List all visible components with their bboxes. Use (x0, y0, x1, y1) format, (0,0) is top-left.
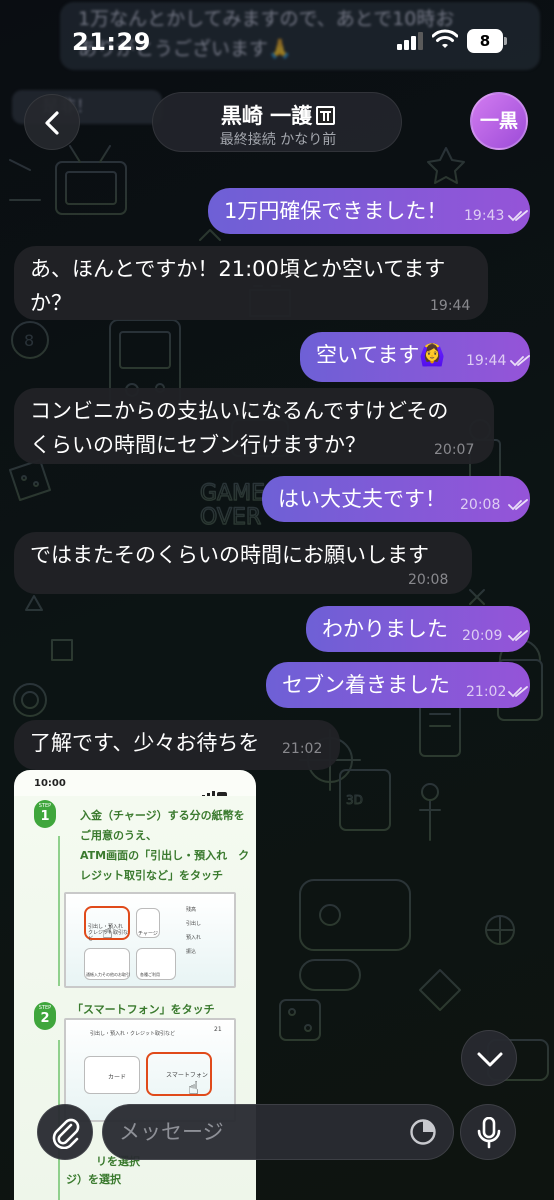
message-composer[interactable] (102, 1104, 454, 1160)
image-status-time: 10:00 (34, 778, 66, 789)
message-timestamp: 20:09 (462, 628, 503, 644)
outgoing-message[interactable]: セブン着きました 21:02 (266, 662, 530, 708)
chat-title: 黒崎 一護 (153, 100, 403, 130)
read-checkmarks-icon (508, 499, 528, 511)
message-text: か？ (30, 291, 72, 315)
outgoing-message[interactable]: 1万円確保できました！ 19:43 (208, 188, 530, 234)
chat-screen: 8 GAME OVER 3D 1万なんとかしてみますので、あとで10時お ありが… (0, 0, 554, 1200)
atm-charge-label: チャージ (138, 931, 158, 937)
microphone-icon (477, 1117, 501, 1149)
message-text: ではまたそのくらいの時間にお願いします (30, 543, 429, 567)
step-badge-1: STEP 1 (34, 800, 56, 828)
message-timestamp: 19:44 (466, 353, 507, 369)
avatar-initials: 一黒 (479, 110, 518, 132)
paperclip-icon (52, 1118, 80, 1149)
message-timestamp: 19:44 (430, 298, 471, 314)
message-text: 1万円確保できました！ (224, 199, 448, 223)
chevron-left-icon (45, 111, 59, 135)
last-seen-status: 最終接続 かなり前 (219, 132, 337, 148)
outgoing-message[interactable]: はい大丈夫です！ 20:08 (262, 476, 530, 522)
incoming-message[interactable]: 了解です、少々お待ちを 21:02 (14, 720, 340, 770)
step-1-line-3: ATM画面の「引出し・預入れ ク (80, 849, 250, 862)
step-1-line-4: レジット取引など」をタッチ (80, 869, 223, 882)
outgoing-message[interactable]: わかりました 20:09 (306, 606, 530, 652)
chevron-down-icon (477, 1052, 503, 1067)
atm-side-item: 引出し (186, 921, 202, 927)
message-text: コンビニからの支払いになるんですけどその (30, 399, 449, 423)
atm-card-label: カード (108, 1074, 127, 1081)
chat-header[interactable]: 黒崎 一護 最終接続 かなり前 (152, 92, 402, 152)
atm-side-item: 残高 (186, 907, 197, 913)
message-text: わかりました (322, 617, 448, 641)
message-timestamp: 20:08 (408, 572, 449, 588)
read-checkmarks-icon (508, 686, 528, 698)
message-timestamp: 20:07 (434, 442, 475, 458)
image-status-icons (202, 780, 238, 799)
outgoing-message[interactable]: 空いてます🙆‍♀️ 19:44 (300, 332, 530, 382)
incoming-message[interactable]: ではまたそのくらいの時間にお願いします 20:08 (14, 532, 472, 594)
incoming-message[interactable]: コンビニからの支払いになるんですけどその くらいの時間にセブン行けますか？ 20:0… (14, 388, 494, 464)
svg-text:8: 8 (24, 331, 34, 350)
atm2-title: 引出し・預入れ・クレジット取引など (90, 1031, 176, 1037)
wifi-icon (432, 29, 458, 48)
back-button[interactable] (24, 94, 80, 150)
step-2-line-1: 「スマートフォン」をタッチ (72, 1003, 215, 1016)
premium-badge-icon (316, 106, 336, 125)
svg-text:GAME: GAME (200, 481, 265, 506)
atm-screen-1: 引出し・預入れ クレジット取引など チャージ 通帳入力その他のお取引 各種ご利用… (64, 892, 236, 988)
message-timestamp: 21:02 (282, 741, 323, 757)
step-3-line-2: ジ）を選択 (66, 1173, 121, 1186)
status-time: 21:29 (72, 28, 151, 56)
voice-message-button[interactable] (460, 1104, 516, 1160)
step-1-line-2: ご用意のうえ、 (80, 829, 157, 842)
svg-text:3D: 3D (346, 793, 363, 807)
atm-side-item: 預入れ (186, 935, 202, 941)
message-input[interactable] (119, 1105, 399, 1159)
atm-phone-label: スマートフォン (166, 1072, 208, 1079)
message-timestamp: 21:02 (466, 684, 507, 700)
message-text: 空いてます🙆‍♀️ (316, 343, 446, 367)
read-checkmarks-icon (510, 355, 530, 367)
atm-other-label: 各種ご利用 (140, 972, 160, 977)
sticker-icon[interactable] (409, 1118, 437, 1146)
status-bar: 21:29 8 (0, 0, 554, 80)
incoming-message[interactable]: あ、ほんとですか！21:00頃とか空いてます か？ 19:44 (14, 246, 488, 320)
read-checkmarks-icon (508, 210, 528, 222)
atm-side-item: 振込 (186, 949, 197, 955)
atm2-corner: 21 (214, 1026, 222, 1033)
message-timestamp: 20:08 (460, 497, 501, 513)
message-text: はい大丈夫です！ (278, 487, 446, 511)
step-1-line-1: 入金（チャージ）する分の紙幣を (80, 809, 245, 822)
battery-icon: 8 (467, 29, 507, 53)
pointing-hand-icon: ☝ (188, 1078, 199, 1099)
attach-button[interactable] (37, 1104, 93, 1160)
cellular-signal-icon (397, 32, 423, 50)
message-text: くらいの時間にセブン行けますか？ (30, 433, 366, 457)
atm-deposit-label: 通帳入力その他のお取引 (86, 972, 130, 977)
contact-name: 黒崎 一護 (220, 104, 313, 128)
contact-avatar[interactable]: 一黒 (470, 92, 528, 150)
message-timestamp: 19:43 (464, 208, 505, 224)
step-connector (58, 836, 60, 986)
message-text: あ、ほんとですか！21:00頃とか空いてます (30, 257, 446, 281)
message-text: セブン着きました (282, 673, 450, 697)
battery-level: 8 (479, 32, 491, 50)
read-checkmarks-icon (508, 630, 528, 642)
step-badge-2: STEP 2 (34, 1002, 56, 1030)
scroll-to-bottom-button[interactable] (461, 1030, 517, 1086)
pointing-hand-icon: ☝ (102, 922, 113, 943)
svg-text:OVER: OVER (200, 505, 261, 530)
message-text: 了解です、少々お待ちを (30, 731, 260, 755)
